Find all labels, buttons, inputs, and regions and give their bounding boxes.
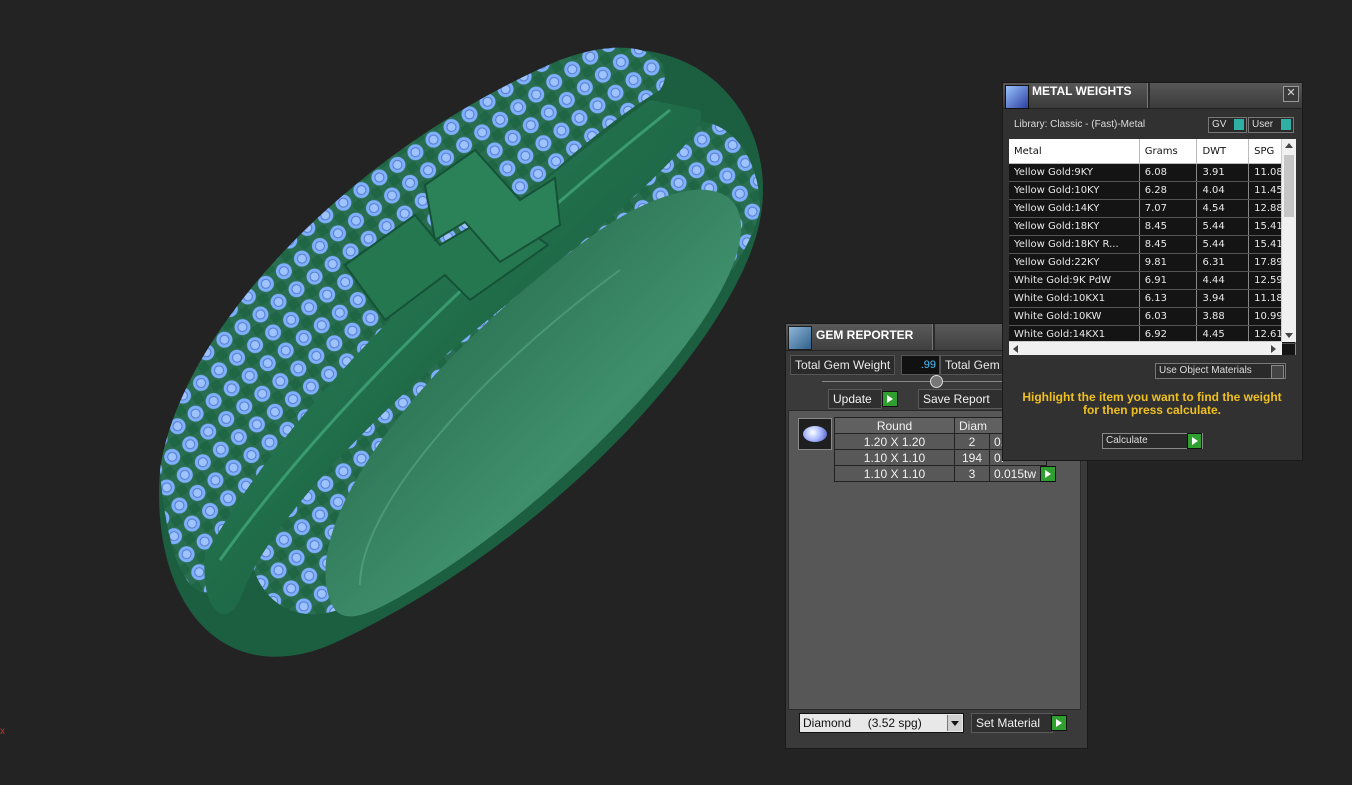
table-row[interactable]: Yellow Gold:18KY 8.45 5.44 15.41: [1009, 217, 1296, 236]
total-gem-weight-label: Total Gem Weight: [790, 355, 896, 375]
scroll-left-icon[interactable]: [1013, 345, 1018, 353]
vertical-scrollbar[interactable]: [1281, 139, 1296, 342]
update-go-icon[interactable]: [882, 391, 898, 407]
hint-text: Highlight the item you want to find the …: [1022, 390, 1282, 417]
metal-weights-titlebar[interactable]: METAL WEIGHTS ✕: [1003, 83, 1302, 109]
table-row[interactable]: Yellow Gold:10KY 6.28 4.04 11.45: [1009, 181, 1296, 200]
metal-grams: 8.45: [1139, 235, 1198, 254]
metal-dwt: 4.04: [1196, 181, 1250, 200]
gem-size: 1.20 X 1.20: [834, 433, 955, 450]
metal-dwt: 3.88: [1196, 307, 1250, 326]
gem-material-value: Diamond (3.52 spg): [803, 716, 922, 730]
use-object-materials-toggle[interactable]: Use Object Materials: [1155, 363, 1286, 379]
round-gem-icon: [798, 418, 832, 450]
gem-material-select[interactable]: Diamond (3.52 spg): [799, 713, 964, 733]
metal-name: Yellow Gold:14KY: [1009, 199, 1140, 218]
metal-dwt: 5.44: [1196, 235, 1250, 254]
gv-toggle-label: GV: [1212, 119, 1227, 130]
horizontal-scrollbar[interactable]: [1009, 341, 1282, 355]
metal-weights-title: METAL WEIGHTS: [1032, 84, 1132, 98]
metal-grams: 6.91: [1139, 271, 1198, 290]
user-toggle-label: User: [1252, 119, 1274, 130]
scroll-down-icon[interactable]: [1285, 333, 1293, 338]
metal-name: Yellow Gold:18KY: [1009, 217, 1140, 236]
gem-weight: 0.015tw: [989, 465, 1047, 482]
metal-name: Yellow Gold:18KY R...: [1009, 235, 1140, 254]
gem-count: 194: [954, 449, 990, 466]
total-gem-label: Total Gem: [940, 355, 1005, 375]
gem-count: 3: [954, 465, 990, 482]
update-button[interactable]: Update: [828, 389, 882, 409]
table-row[interactable]: 1.10 X 1.10 3 0.015tw: [834, 465, 1047, 482]
metal-name: White Gold:10KW: [1009, 307, 1140, 326]
row-go-icon[interactable]: [1040, 466, 1056, 482]
table-row[interactable]: Yellow Gold:18KY R... 8.45 5.44 15.41: [1009, 235, 1296, 254]
gem-count: 2: [954, 433, 990, 450]
metal-grams: 8.45: [1139, 217, 1198, 236]
total-gem-weight-value[interactable]: .99: [901, 355, 940, 375]
col-grams[interactable]: Grams: [1139, 139, 1198, 164]
metal-dwt: 3.91: [1196, 163, 1250, 182]
set-material-button[interactable]: Set Material: [971, 713, 1053, 733]
library-label: Library: Classic - (Fast)-Metal: [1014, 119, 1146, 130]
metal-dwt: 4.44: [1196, 271, 1250, 290]
user-toggle[interactable]: User: [1248, 117, 1295, 133]
toggle-knob[interactable]: [1271, 365, 1284, 379]
metal-weights-icon: [1005, 85, 1029, 109]
metal-name: White Gold:10KX1: [1009, 289, 1140, 308]
gv-toggle[interactable]: GV: [1208, 117, 1248, 133]
table-row[interactable]: White Gold:9K PdW 6.91 4.44 12.59: [1009, 271, 1296, 290]
axis-indicator: x: [0, 726, 5, 737]
set-material-go-icon[interactable]: [1051, 715, 1067, 731]
gem-header-shape: Round: [834, 417, 955, 434]
metal-grams: 9.81: [1139, 253, 1198, 272]
metal-dwt: 5.44: [1196, 217, 1250, 236]
metal-name: White Gold:9K PdW: [1009, 271, 1140, 290]
metal-list[interactable]: Metal Grams DWT SPG Yellow Gold:9KY 6.08 3…: [1009, 139, 1296, 355]
table-row[interactable]: Yellow Gold:14KY 7.07 4.54 12.88: [1009, 199, 1296, 218]
use-object-materials-label: Use Object Materials: [1159, 365, 1252, 376]
close-icon[interactable]: ✕: [1283, 86, 1299, 102]
table-row[interactable]: Yellow Gold:22KY 9.81 6.31 17.89: [1009, 253, 1296, 272]
chevron-down-icon[interactable]: [947, 715, 962, 731]
gem-size: 1.10 X 1.10: [834, 465, 955, 482]
metal-grams: 7.07: [1139, 199, 1198, 218]
metal-grams: 6.28: [1139, 181, 1198, 200]
titlebar-separator: [1147, 83, 1150, 108]
col-metal[interactable]: Metal: [1009, 139, 1140, 164]
gem-size: 1.10 X 1.10: [834, 449, 955, 466]
metal-dwt: 4.54: [1196, 199, 1250, 218]
calculate-label: Calculate: [1106, 435, 1148, 446]
metal-grams: 6.03: [1139, 307, 1198, 326]
scroll-thumb[interactable]: [1284, 155, 1294, 217]
col-dwt[interactable]: DWT: [1196, 139, 1250, 164]
metal-name: Yellow Gold:10KY: [1009, 181, 1140, 200]
table-row[interactable]: White Gold:10KW 6.03 3.88 10.99: [1009, 307, 1296, 326]
table-row[interactable]: Yellow Gold:9KY 6.08 3.91 11.08: [1009, 163, 1296, 182]
scroll-right-icon[interactable]: [1271, 345, 1276, 353]
metal-grams: 6.08: [1139, 163, 1198, 182]
metal-dwt: 6.31: [1196, 253, 1250, 272]
titlebar-separator: [932, 324, 935, 350]
metal-table: Metal Grams DWT SPG Yellow Gold:9KY 6.08 3…: [1009, 139, 1296, 355]
metal-dwt: 3.94: [1196, 289, 1250, 308]
gem-reporter-icon: [788, 326, 812, 350]
gem-reporter-title: GEM REPORTER: [816, 328, 914, 342]
gem-slider-knob[interactable]: [930, 375, 943, 388]
calculate-go-icon[interactable]: [1187, 433, 1202, 449]
metal-weights-window[interactable]: METAL WEIGHTS ✕ Library: Classic - (Fast…: [1002, 82, 1303, 461]
save-report-button[interactable]: Save Report: [918, 389, 1008, 409]
metal-name: Yellow Gold:9KY: [1009, 163, 1140, 182]
calculate-button[interactable]: Calculate: [1102, 433, 1203, 449]
metal-grams: 6.13: [1139, 289, 1198, 308]
metal-name: Yellow Gold:22KY: [1009, 253, 1140, 272]
table-row[interactable]: White Gold:10KX1 6.13 3.94 11.18: [1009, 289, 1296, 308]
scroll-up-icon[interactable]: [1285, 143, 1293, 148]
